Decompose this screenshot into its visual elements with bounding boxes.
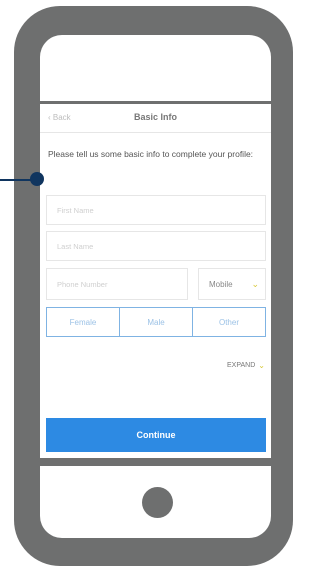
gender-option-male[interactable]: Male — [120, 308, 193, 336]
phone-type-value: Mobile — [209, 279, 233, 289]
phone-number-input[interactable] — [47, 269, 187, 299]
home-button[interactable] — [142, 487, 173, 518]
first-name-input[interactable] — [47, 196, 265, 224]
first-name-field[interactable] — [46, 195, 266, 225]
app-screen: ‹ Back Basic Info Please tell us some ba… — [40, 104, 271, 458]
gender-option-female[interactable]: Female — [47, 308, 120, 336]
gender-segmented-control: Female Male Other — [46, 307, 266, 337]
gender-option-other[interactable]: Other — [193, 308, 265, 336]
page-title: Basic Info — [133, 112, 177, 122]
last-name-field[interactable] — [46, 231, 266, 261]
phone-row: Mobile ⌄ — [46, 268, 266, 300]
continue-button[interactable]: Continue — [46, 418, 266, 452]
phone-type-select[interactable]: Mobile ⌄ — [198, 268, 266, 300]
expand-toggle[interactable]: EXPAND ⌄ — [227, 361, 265, 370]
instructions-text: Please tell us some basic info to comple… — [48, 149, 254, 159]
phone-number-field[interactable] — [46, 268, 188, 300]
last-name-input[interactable] — [47, 232, 265, 260]
expand-label: EXPAND — [227, 362, 256, 369]
chevron-down-icon: ⌄ — [251, 278, 259, 289]
chevron-down-icon: ⌄ — [258, 361, 265, 370]
screen-top-area — [40, 35, 271, 101]
callout-dot-icon — [30, 172, 44, 186]
nav-bar: ‹ Back Basic Info — [40, 104, 271, 133]
